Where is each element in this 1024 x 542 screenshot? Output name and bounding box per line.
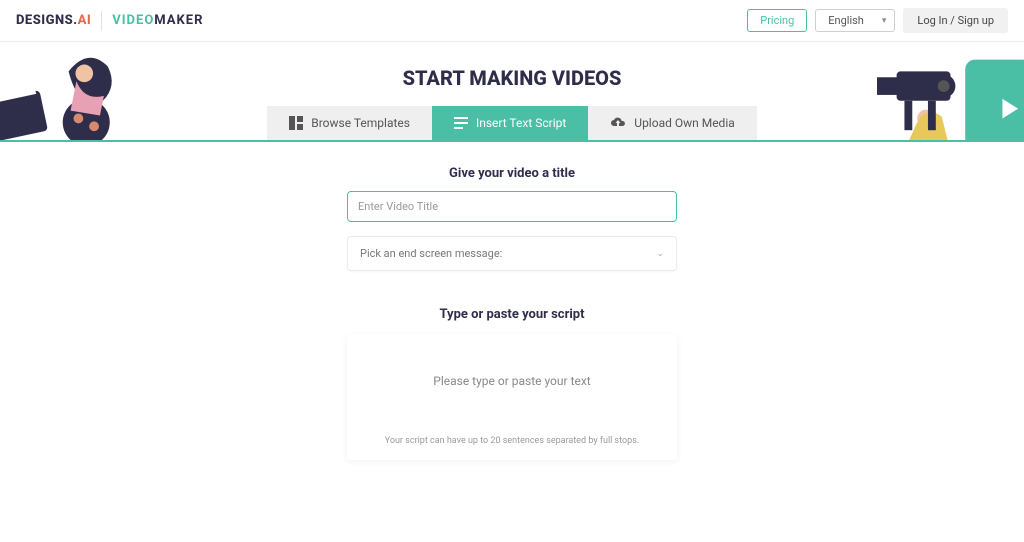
templates-icon (289, 116, 303, 130)
upload-cloud-icon (610, 117, 626, 129)
mode-tabs: Browse Templates Insert Text Script Uplo… (0, 106, 1024, 140)
end-screen-select[interactable]: Pick an end screen message: ⌄ (347, 236, 677, 271)
hero-section: START MAKING VIDEOS Browse Templates Ins… (0, 42, 1024, 142)
main-form: Give your video a title Pick an end scre… (0, 142, 1024, 460)
language-label: English (828, 14, 864, 27)
title-section-label: Give your video a title (449, 166, 575, 181)
header-right: Pricing English ▾ Log In / Sign up (747, 8, 1008, 33)
tab-browse-templates[interactable]: Browse Templates (267, 106, 432, 140)
login-signup-button[interactable]: Log In / Sign up (903, 8, 1008, 33)
language-select[interactable]: English ▾ (815, 9, 895, 32)
chevron-down-icon: ▾ (882, 16, 887, 26)
end-screen-placeholder: Pick an end screen message: (360, 247, 502, 260)
brand-divider (101, 11, 102, 31)
tab-insert-text-script[interactable]: Insert Text Script (432, 106, 588, 140)
script-section: Type or paste your script Please type or… (347, 307, 677, 460)
page-title: START MAKING VIDEOS (0, 42, 1024, 106)
brand-block: DESIGNS.AI VIDEOMAKER (16, 11, 203, 31)
logo-ai: AI (78, 13, 92, 28)
logo-text: DESIGNS. (16, 13, 78, 28)
chevron-down-icon: ⌄ (656, 249, 664, 259)
script-icon (454, 116, 468, 130)
top-bar: DESIGNS.AI VIDEOMAKER Pricing English ▾ … (0, 0, 1024, 42)
tab-label: Insert Text Script (476, 116, 566, 130)
script-placeholder: Please type or paste your text (367, 374, 657, 388)
script-hint: Your script can have up to 20 sentences … (367, 436, 657, 446)
product-maker: MAKER (154, 13, 203, 28)
tab-label: Browse Templates (311, 116, 410, 130)
script-textarea[interactable]: Please type or paste your text Your scri… (347, 334, 677, 460)
product-name: VIDEOMAKER (112, 13, 203, 28)
pricing-button[interactable]: Pricing (747, 9, 807, 32)
logo-designs-ai: DESIGNS.AI (16, 13, 91, 28)
tab-label: Upload Own Media (634, 116, 734, 130)
tab-upload-own-media[interactable]: Upload Own Media (588, 106, 756, 140)
video-title-input[interactable] (347, 191, 677, 222)
script-section-label: Type or paste your script (347, 307, 677, 322)
product-video: VIDEO (112, 13, 154, 28)
